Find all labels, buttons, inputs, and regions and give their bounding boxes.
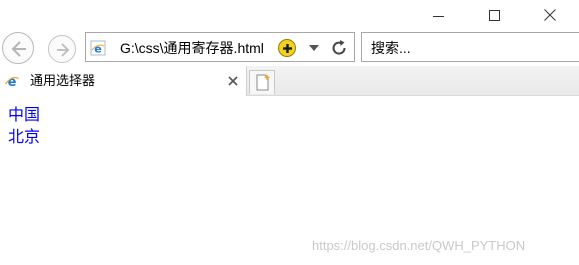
forward-button[interactable] [48, 35, 76, 63]
maximize-icon [488, 9, 500, 21]
content-line-beijing: 北京 [8, 127, 41, 146]
search-input[interactable]: 搜索... [371, 39, 411, 57]
content-line-china: 中国 [8, 105, 41, 124]
tab-strip: e 通用选择器 [0, 66, 579, 96]
new-tab-button[interactable] [249, 70, 275, 94]
ie-icon: e [90, 40, 106, 56]
watermark: https://blog.csdn.net/QWH_PYTHON [312, 238, 526, 253]
tab-active[interactable]: e 通用选择器 [0, 66, 247, 96]
chevron-down-icon[interactable] [309, 45, 319, 51]
close-tab-icon[interactable] [226, 74, 240, 88]
close-window-button[interactable] [522, 0, 578, 30]
maximize-button[interactable] [466, 0, 522, 30]
title-bar [0, 0, 579, 30]
refresh-icon[interactable] [329, 38, 349, 58]
ie-icon: e [4, 75, 19, 89]
address-bar[interactable]: e G:\css\通用寄存器.html [85, 32, 355, 62]
tab-title: 通用选择器 [30, 73, 96, 88]
minimize-icon [432, 15, 444, 17]
back-arrow-icon [11, 41, 26, 57]
new-tab-icon [256, 74, 271, 91]
back-button[interactable] [2, 32, 34, 64]
plus-addon-icon [283, 44, 292, 53]
navigation-bar: e G:\css\通用寄存器.html 搜索... [0, 30, 579, 64]
svg-text:e: e [94, 43, 101, 56]
addon-button[interactable] [278, 39, 296, 57]
minimize-button[interactable] [410, 0, 466, 30]
search-box[interactable]: 搜索... [361, 32, 579, 62]
url-text[interactable]: G:\css\通用寄存器.html [120, 39, 272, 57]
forward-arrow-icon [57, 43, 70, 57]
close-icon [544, 9, 556, 21]
